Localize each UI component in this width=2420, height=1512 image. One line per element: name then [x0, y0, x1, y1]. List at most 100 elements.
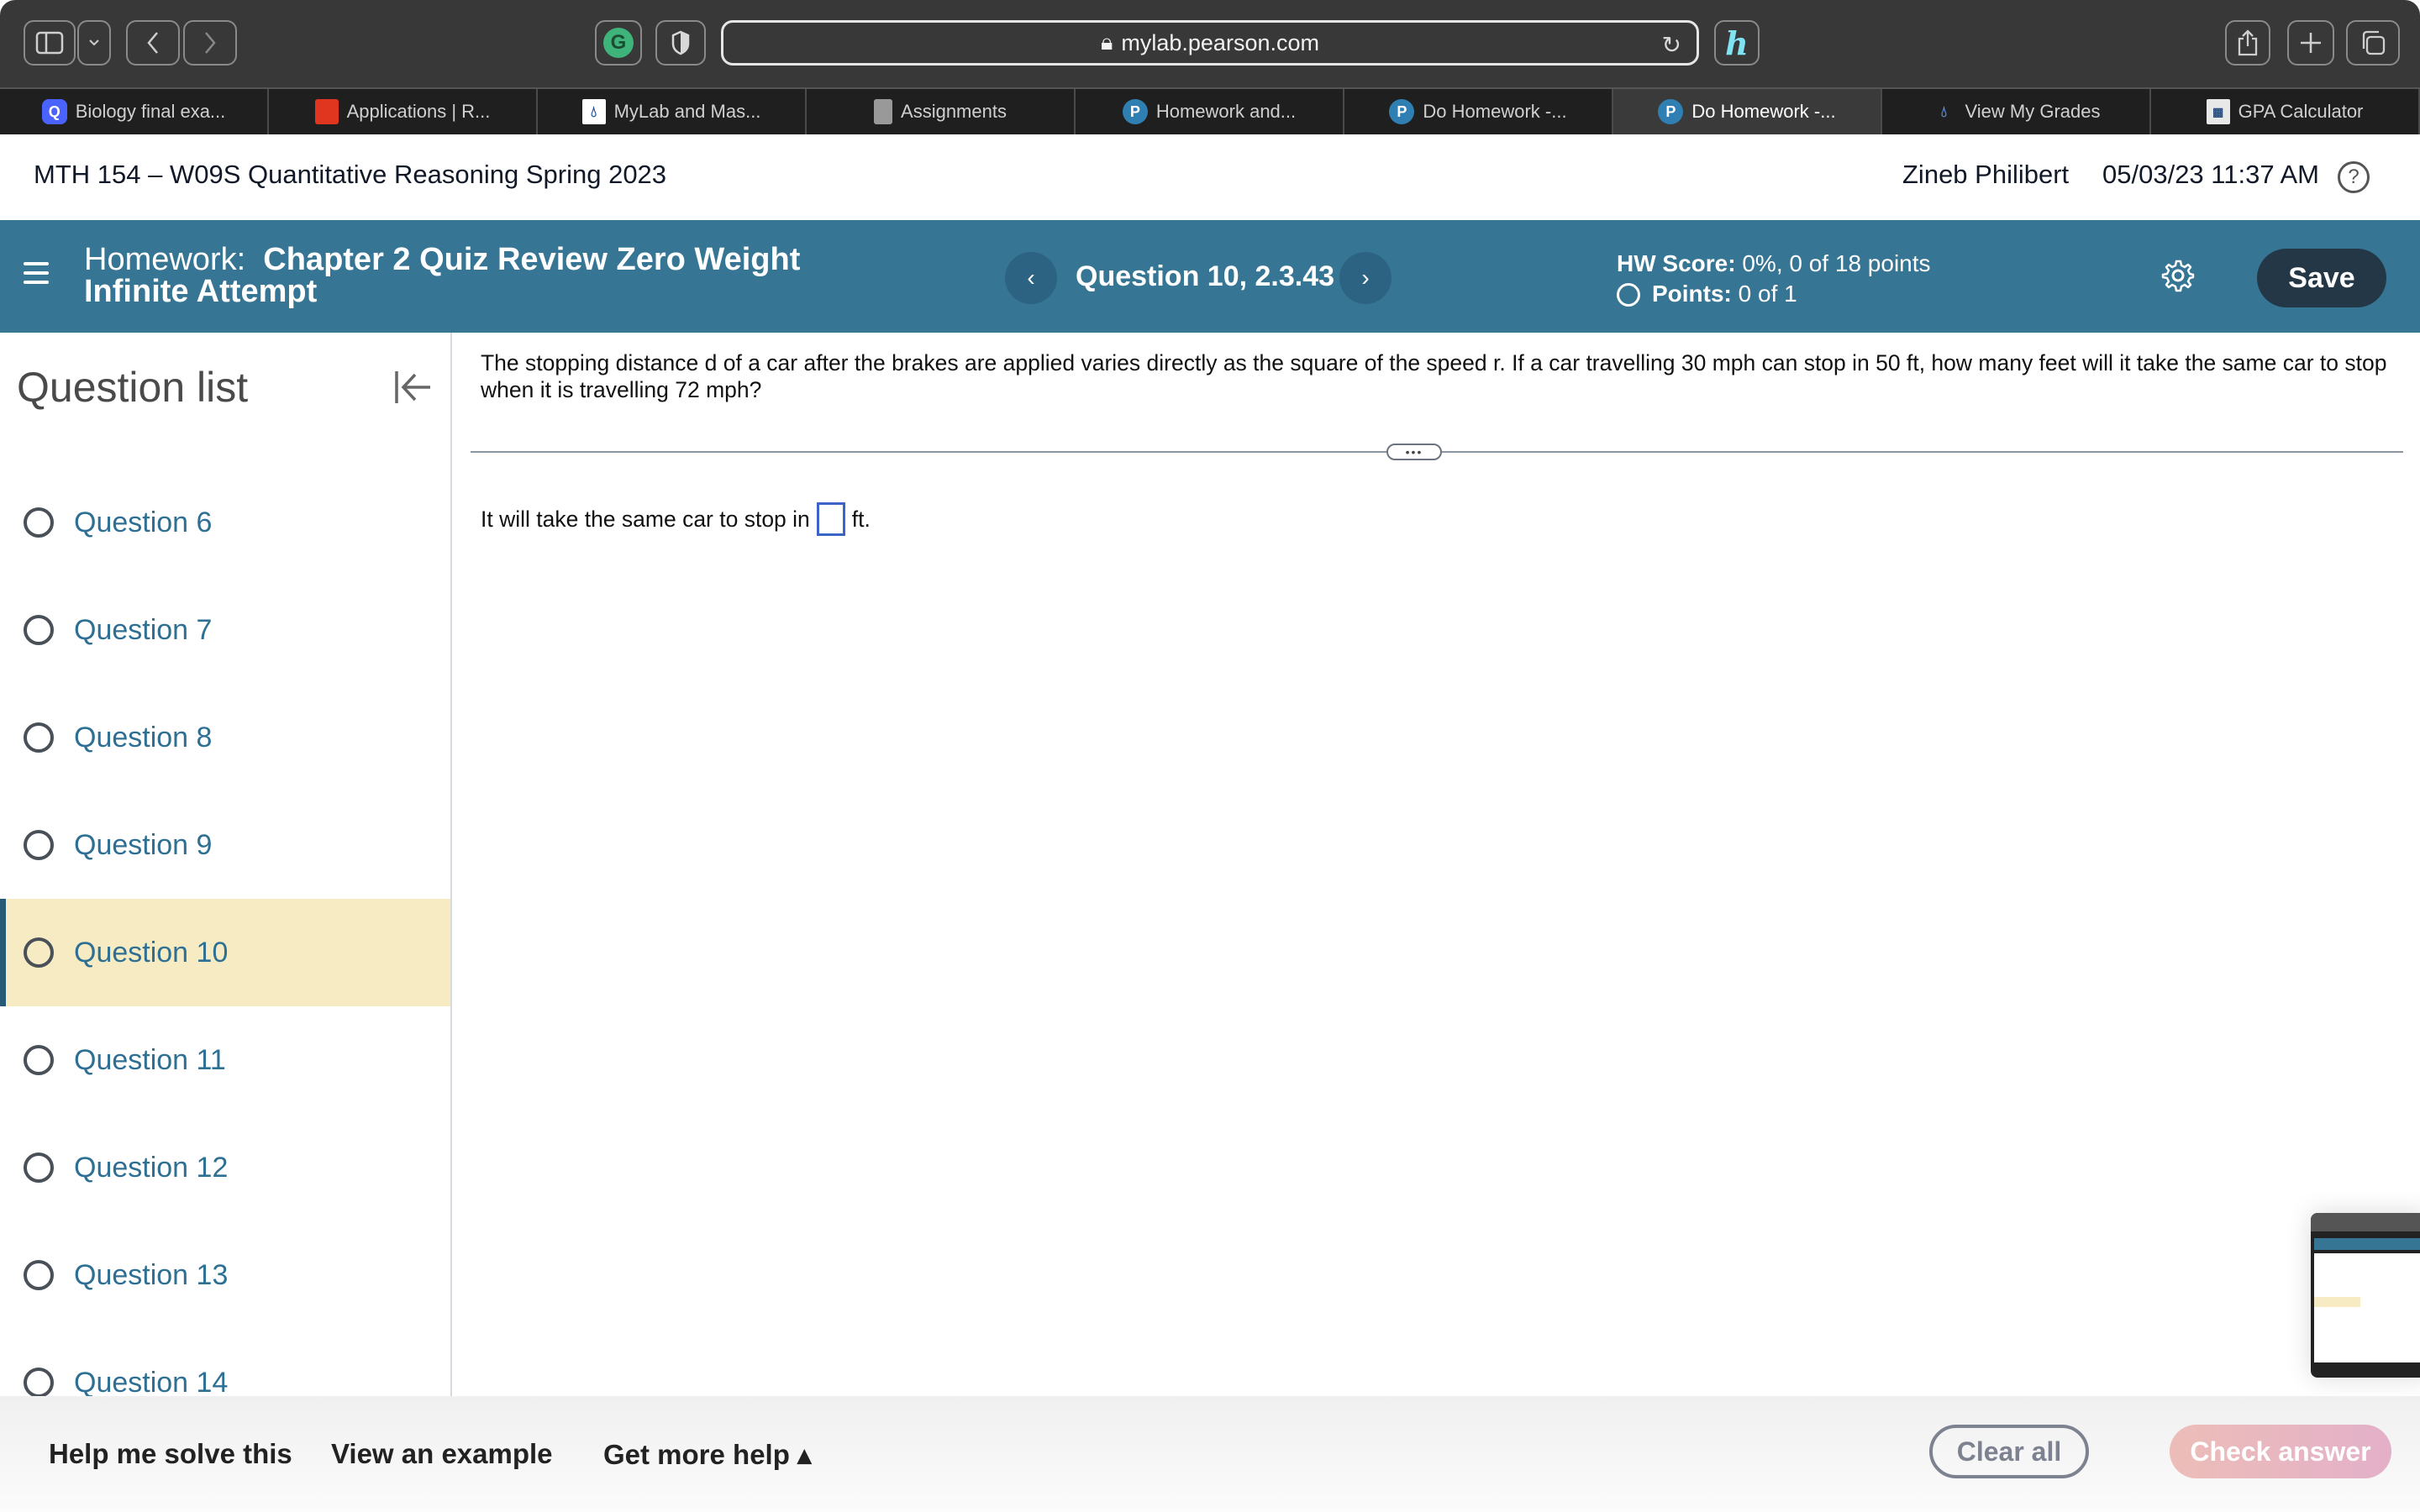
- browser-tab-bar: Q Biology final exa... Applications | R..…: [0, 87, 2420, 134]
- view-example-button[interactable]: View an example: [331, 1438, 553, 1470]
- chevron-down-icon: [89, 39, 99, 46]
- question-link[interactable]: Question 10: [74, 937, 228, 969]
- question-link[interactable]: Question 8: [74, 722, 212, 754]
- gear-icon[interactable]: [2161, 259, 2195, 292]
- thumbnail-selected-row: [2314, 1297, 2360, 1307]
- url-text: mylab.pearson.com: [1121, 29, 1319, 55]
- privacy-extension-button[interactable]: [655, 20, 706, 66]
- question-link[interactable]: Question 6: [74, 507, 212, 539]
- chevron-left-icon: ‹: [1027, 265, 1035, 291]
- question-list-item-selected[interactable]: Question 10: [0, 899, 450, 1006]
- answer-input[interactable]: [816, 502, 845, 536]
- thumbnail-toolbar: [2311, 1213, 2420, 1231]
- tab-label: GPA Calculator: [2238, 101, 2364, 122]
- browser-tab[interactable]: Q Biology final exa...: [0, 89, 269, 134]
- share-button[interactable]: [2225, 20, 2270, 66]
- question-list-item[interactable]: Question 13: [0, 1221, 450, 1329]
- get-more-help-button[interactable]: Get more help ▴: [603, 1438, 812, 1471]
- screenshot-thumbnail[interactable]: [2311, 1213, 2420, 1378]
- pearson-icon: P: [1122, 99, 1148, 124]
- question-list-item[interactable]: Question 8: [0, 684, 450, 791]
- question-list-item[interactable]: Question 7: [0, 576, 450, 684]
- chevron-right-icon: [205, 32, 216, 54]
- hamburger-menu-icon[interactable]: [24, 262, 49, 287]
- previous-question-button[interactable]: ‹: [1005, 252, 1057, 304]
- forward-button[interactable]: [183, 20, 237, 66]
- browser-tab[interactable]: 💧︎ View My Grades: [1882, 89, 2151, 134]
- answer-suffix: ft.: [851, 506, 871, 532]
- reload-icon[interactable]: ↻: [1662, 31, 1681, 59]
- browser-tab[interactable]: P Do Homework -...: [1344, 89, 1613, 134]
- question-link[interactable]: Question 12: [74, 1152, 228, 1184]
- user-name: Zineb Philibert: [1902, 160, 2070, 189]
- address-bar[interactable]: 🔒︎ mylab.pearson.com ↻: [721, 20, 1699, 66]
- homework-label: Homework:: [84, 242, 246, 277]
- question-list-item[interactable]: Question 12: [0, 1114, 450, 1221]
- honey-extension-button[interactable]: h: [1714, 20, 1760, 66]
- save-button[interactable]: Save: [2257, 249, 2386, 307]
- question-list-item[interactable]: Question 6: [0, 469, 450, 576]
- question-link[interactable]: Question 14: [74, 1367, 228, 1397]
- tab-label: View My Grades: [1965, 101, 2101, 122]
- browser-toolbar: G 🔒︎ mylab.pearson.com ↻ h: [0, 0, 2420, 87]
- question-link[interactable]: Question 13: [74, 1259, 228, 1292]
- pearson-icon: P: [1389, 99, 1415, 124]
- question-list-item[interactable]: Question 9: [0, 791, 450, 899]
- sidebar-toggle-button[interactable]: [24, 20, 76, 66]
- question-label: Question 10, 2.3.43: [1076, 260, 1335, 292]
- thumbnail-bar: [2314, 1238, 2420, 1250]
- new-tab-button[interactable]: [2287, 20, 2334, 66]
- status-circle-icon: [24, 1368, 54, 1396]
- shield-icon: [671, 30, 690, 55]
- honey-h-icon: h: [1725, 24, 1749, 62]
- question-list-sidebar: Question list Question 6 Question 7 Ques…: [0, 333, 452, 1396]
- question-link[interactable]: Question 9: [74, 829, 212, 862]
- chevron-right-icon: ›: [1361, 265, 1370, 291]
- browser-tab[interactable]: 💧︎ MyLab and Mas...: [538, 89, 807, 134]
- points-status-icon: [1617, 283, 1640, 307]
- status-circle-icon: [24, 1045, 54, 1075]
- back-button[interactable]: [126, 20, 180, 66]
- question-link[interactable]: Question 11: [74, 1044, 226, 1077]
- answer-statement: It will take the same car to stop in ft.: [481, 502, 871, 536]
- hw-score-value: 0%, 0 of 18 points: [1742, 250, 1931, 276]
- grammarly-extension-button[interactable]: G: [595, 20, 642, 66]
- browser-tab[interactable]: Applications | R...: [269, 89, 538, 134]
- status-circle-icon: [24, 1260, 54, 1290]
- tab-label: Homework and...: [1155, 101, 1297, 122]
- homework-title: Homework: Chapter 2 Quiz Review Zero Wei…: [84, 244, 840, 307]
- pane-resize-handle[interactable]: •••: [1386, 444, 1442, 460]
- status-circle-icon: [24, 615, 54, 645]
- check-answer-button[interactable]: Check answer: [2170, 1425, 2391, 1478]
- browser-tab-active[interactable]: P Do Homework -...: [1613, 89, 1882, 134]
- course-title: MTH 154 – W09S Quantitative Reasoning Sp…: [34, 160, 667, 189]
- screen: G 🔒︎ mylab.pearson.com ↻ h Q Biology fina…: [0, 0, 2420, 1512]
- plus-icon: [2301, 33, 2321, 53]
- pearson-icon: P: [1658, 99, 1684, 124]
- collapse-sidebar-icon[interactable]: [392, 366, 434, 408]
- tab-overview-button[interactable]: [2346, 20, 2400, 66]
- points: Points: 0 of 1: [1617, 279, 1931, 309]
- browser-tab[interactable]: P Homework and...: [1076, 89, 1344, 134]
- datetime: 05/03/23 11:37 AM: [2102, 160, 2319, 189]
- clear-all-button[interactable]: Clear all: [1929, 1425, 2089, 1478]
- question-list-item[interactable]: Question 11: [0, 1006, 450, 1114]
- tab-label: MyLab and Mas...: [613, 101, 761, 122]
- course-header: MTH 154 – W09S Quantitative Reasoning Sp…: [0, 134, 2420, 220]
- question-list-item[interactable]: Question 14: [0, 1329, 450, 1396]
- next-question-button[interactable]: ›: [1339, 252, 1392, 304]
- sidebar-menu-button[interactable]: [77, 20, 111, 66]
- tab-label: Biology final exa...: [75, 101, 226, 122]
- grammarly-icon: G: [603, 28, 634, 58]
- help-icon[interactable]: ?: [2338, 161, 2370, 193]
- question-link[interactable]: Question 7: [74, 614, 212, 647]
- status-circle-icon: [24, 507, 54, 538]
- bottom-toolbar: Help me solve this View an example Get m…: [0, 1396, 2420, 1512]
- share-icon: [2238, 29, 2258, 56]
- assignments-icon: [874, 99, 893, 124]
- browser-tab[interactable]: Assignments: [807, 89, 1076, 134]
- help-me-solve-button[interactable]: Help me solve this: [49, 1438, 292, 1470]
- browser-tab[interactable]: ▦ GPA Calculator: [2151, 89, 2420, 134]
- points-label: Points:: [1652, 281, 1732, 307]
- status-circle-icon: [24, 722, 54, 753]
